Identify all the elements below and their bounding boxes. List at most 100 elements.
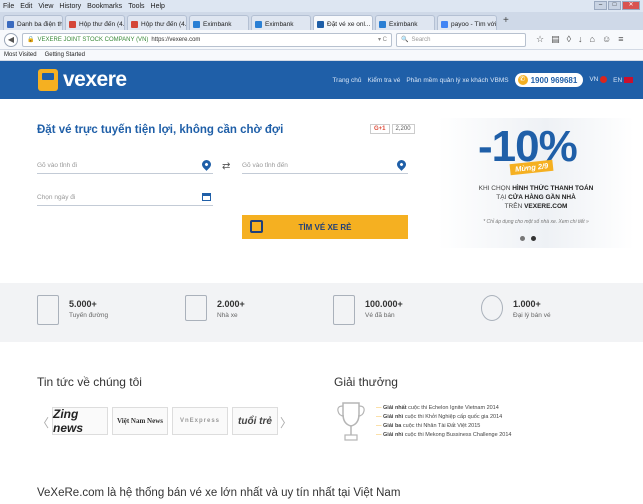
nav-vbms[interactable]: Phần mềm quản lý xe khách VBMS bbox=[406, 77, 508, 84]
from-province-input[interactable]: Gõ vào tỉnh đi bbox=[37, 157, 213, 174]
gplus-share[interactable]: G+1 2,200 bbox=[370, 124, 415, 134]
new-tab-button[interactable]: + bbox=[499, 15, 513, 30]
hotline-number: 1900 969681 bbox=[530, 75, 578, 85]
tab-favicon-icon bbox=[441, 21, 448, 28]
stat-value: 5.000+ bbox=[69, 299, 97, 309]
tab-label: Eximbank bbox=[203, 21, 232, 28]
browser-tab[interactable]: Hộp thư đến (4... bbox=[65, 15, 125, 30]
download-icon[interactable]: ↓ bbox=[578, 34, 583, 45]
menu-tools[interactable]: Tools bbox=[128, 3, 144, 10]
chevron-right-icon[interactable]: 〉 bbox=[280, 414, 292, 431]
lang-vn[interactable]: VN bbox=[589, 76, 608, 84]
menu-file[interactable]: File bbox=[3, 3, 14, 10]
award-text: cuộc thi Khởi Nghiệp cấp quốc gia 2014 bbox=[404, 414, 503, 420]
swap-icon[interactable]: ⇄ bbox=[222, 161, 230, 172]
building-icon bbox=[37, 295, 59, 325]
home-icon[interactable]: ⌂ bbox=[590, 34, 595, 45]
tab-label: Eximbank bbox=[389, 21, 418, 28]
menu-bookmarks[interactable]: Bookmarks bbox=[87, 3, 122, 10]
reload-icon[interactable]: ▾ C bbox=[378, 36, 387, 43]
to-province-input[interactable]: Gõ vào tỉnh đến bbox=[242, 157, 408, 174]
menu-edit[interactable]: Edit bbox=[20, 3, 32, 10]
browser-tab[interactable]: Hộp thư đến (4... bbox=[127, 15, 187, 30]
toolbar-icons: ☆ ▤ ◊ ↓ ⌂ ☺ ≡ bbox=[536, 34, 623, 45]
clipboard-icon[interactable]: ▤ bbox=[551, 34, 560, 45]
hamburger-menu-icon[interactable]: ≡ bbox=[618, 34, 623, 45]
tab-bar: Danh ba điện th... Hộp thư đến (4... Hộp t… bbox=[0, 12, 643, 30]
nav-check-ticket[interactable]: Kiểm tra vé bbox=[367, 77, 400, 84]
lang-en[interactable]: EN bbox=[613, 77, 633, 84]
promo-banner[interactable]: -10% Mừng 2/9 KHI CHỌN HÌNH THỨC THANH T… bbox=[438, 118, 634, 248]
top-navigation: Trang chủ Kiểm tra vé Phần mềm quản lý x… bbox=[332, 73, 633, 87]
promo-line3-pre: TRÊN bbox=[504, 203, 523, 210]
site-header: vexere Trang chủ Kiểm tra vé Phần mềm qu… bbox=[0, 61, 643, 99]
location-pin-icon bbox=[200, 158, 213, 171]
gplus-button[interactable]: G+1 bbox=[370, 124, 390, 134]
search-tickets-button[interactable]: TÌM VÉ XE RẺ bbox=[242, 215, 408, 239]
award-rank: Giải nhì bbox=[383, 414, 404, 420]
ticket-icon bbox=[333, 295, 355, 325]
maximize-button[interactable]: □ bbox=[608, 1, 621, 10]
to-placeholder: Gõ vào tỉnh đến bbox=[242, 161, 288, 169]
promo-line2-bold: CỬA HÀNG GẦN NHÀ bbox=[508, 194, 576, 201]
browser-tab[interactable]: Danh ba điện th... bbox=[3, 15, 63, 30]
menu-history[interactable]: History bbox=[59, 3, 81, 10]
carousel-dot-active[interactable] bbox=[531, 236, 536, 241]
url-organization: VEXERE JOINT STOCK COMPANY (VN) bbox=[37, 36, 149, 43]
minimize-button[interactable]: – bbox=[594, 1, 607, 10]
news-title: Tin tức về chúng tôi bbox=[37, 375, 142, 389]
zing-news-logo[interactable]: Zing news bbox=[52, 407, 108, 435]
award-item: Giải nhất cuộc thi Echelon Ignite Vietna… bbox=[376, 404, 511, 413]
promo-note[interactable]: * Chỉ áp dụng cho một số nhà xe. Xem chi… bbox=[438, 219, 634, 225]
bus-icon bbox=[250, 220, 263, 233]
stat-routes: 5.000+ Tuyến đường bbox=[37, 295, 108, 325]
tab-favicon-icon bbox=[255, 21, 262, 28]
vexere-logo[interactable]: vexere bbox=[38, 68, 127, 92]
award-rank: Giải ba bbox=[383, 423, 402, 429]
promo-line3-bold: VEXERE.COM bbox=[524, 203, 568, 210]
nav-home[interactable]: Trang chủ bbox=[332, 77, 361, 84]
tab-favicon-icon bbox=[131, 21, 138, 28]
award-item: Giải nhì cuộc thi Mekong Bussiness Chall… bbox=[376, 431, 511, 440]
calendar-icon bbox=[202, 193, 211, 201]
browser-tab[interactable]: Eximbank bbox=[251, 15, 311, 30]
chevron-left-icon[interactable]: 〈 bbox=[37, 414, 49, 431]
promo-line2-pre: TẠI bbox=[496, 194, 507, 201]
carousel-dot[interactable] bbox=[520, 236, 525, 241]
tab-label: Hộp thư đến (4... bbox=[79, 21, 125, 28]
close-window-button[interactable]: ✕ bbox=[622, 1, 640, 10]
hotline-badge[interactable]: ✆ 1900 969681 bbox=[514, 73, 584, 87]
gplus-count: 2,200 bbox=[391, 124, 415, 134]
vietnam-news-logo[interactable]: Việt Nam News bbox=[112, 407, 168, 435]
lang-vn-label: VN bbox=[589, 76, 599, 84]
browser-search-input[interactable]: 🔍 Search bbox=[396, 32, 526, 47]
browser-tab[interactable]: Eximbank bbox=[189, 15, 249, 30]
promo-line1-pre: KHI CHỌN bbox=[478, 185, 511, 192]
departure-date-input[interactable]: Chọn ngày đi bbox=[37, 189, 213, 206]
tab-favicon-icon bbox=[317, 21, 324, 28]
menu-view[interactable]: View bbox=[38, 3, 53, 10]
award-text: cuộc thi Nhân Tài Đất Việt 2015 bbox=[402, 423, 481, 429]
bookmarks-bar: Most Visited Getting Started bbox=[0, 50, 643, 61]
shield-icon[interactable]: ◊ bbox=[567, 34, 571, 45]
browser-tab[interactable]: Eximbank bbox=[375, 15, 435, 30]
bookmark-getting-started[interactable]: Getting Started bbox=[45, 52, 85, 58]
star-icon[interactable]: ☆ bbox=[536, 34, 544, 45]
awards-list: Giải nhất cuộc thi Echelon Ignite Vietna… bbox=[376, 404, 511, 440]
tab-favicon-icon bbox=[193, 21, 200, 28]
browser-tab[interactable]: Đặt vé xe onl...× bbox=[313, 15, 373, 30]
vnexpress-logo[interactable]: VnExpress bbox=[172, 407, 228, 435]
stat-agents: 1.000+ Đại lý bán vé bbox=[481, 295, 551, 321]
smiley-icon[interactable]: ☺ bbox=[602, 34, 611, 45]
bookmark-most-visited[interactable]: Most Visited bbox=[4, 52, 37, 58]
url-bar[interactable]: 🔒 VEXERE JOINT STOCK COMPANY (VN) https:… bbox=[22, 32, 392, 47]
tuoi-tre-logo[interactable]: tuổi trẻ bbox=[232, 407, 278, 435]
booking-title: Đặt vé trực tuyến tiện lợi, không cần ch… bbox=[37, 124, 284, 136]
browser-tab[interactable]: payoo - Tìm với... bbox=[437, 15, 497, 30]
tab-favicon-icon bbox=[69, 21, 76, 28]
stat-label: Đại lý bán vé bbox=[513, 312, 551, 319]
back-button[interactable]: ◀ bbox=[4, 32, 18, 47]
award-item: Giải nhì cuộc thi Khởi Nghiệp cấp quốc g… bbox=[376, 413, 511, 422]
menu-bar: File Edit View History Bookmarks Tools H… bbox=[0, 0, 643, 12]
menu-help[interactable]: Help bbox=[151, 3, 165, 10]
